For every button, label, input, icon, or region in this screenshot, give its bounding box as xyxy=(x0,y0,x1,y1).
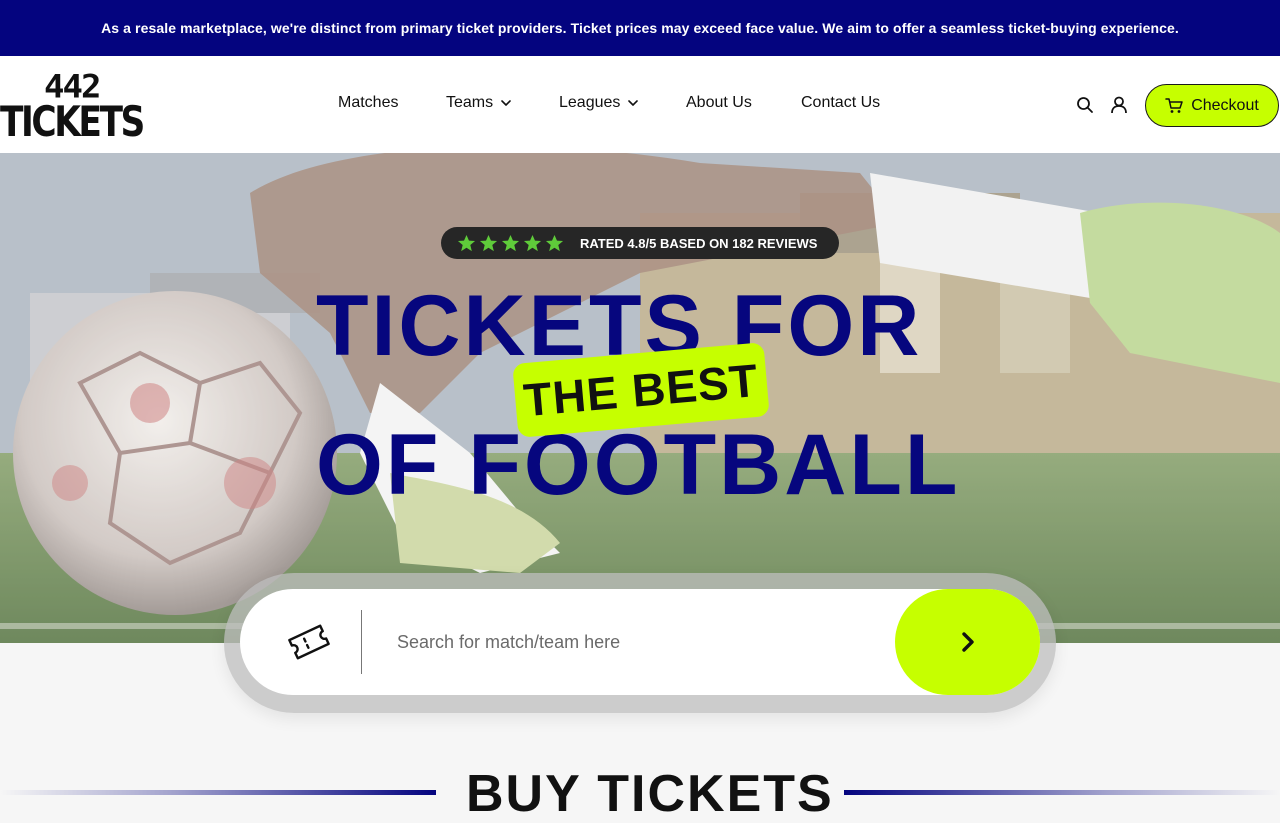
chevron-down-icon xyxy=(501,100,511,106)
rating-badge: RATED 4.8/5 BASED ON 182 REVIEWS xyxy=(441,227,839,259)
chevron-down-icon xyxy=(628,100,639,106)
search-button[interactable] xyxy=(1074,94,1096,116)
logo-word: TICKETS xyxy=(0,97,145,146)
star-icon xyxy=(545,234,564,251)
nav-item-label: Matches xyxy=(338,94,399,111)
account-button[interactable] xyxy=(1108,94,1130,116)
nav-item-teams[interactable]: Teams xyxy=(446,94,513,112)
star-icon xyxy=(479,234,498,251)
rating-stars xyxy=(457,234,564,253)
search-submit-button[interactable] xyxy=(895,589,1040,695)
star-icon xyxy=(457,234,476,251)
nav-item-leagues[interactable]: Leagues xyxy=(559,94,640,112)
nav-item-label: Leagues xyxy=(559,94,621,111)
nav-item-label: Teams xyxy=(446,94,494,111)
checkout-label: Checkout xyxy=(1191,96,1259,114)
highlight-text: THE BEST xyxy=(521,353,761,427)
star-icon xyxy=(523,234,542,251)
nav-item-matches[interactable]: Matches xyxy=(338,94,398,112)
section-title: BUY TICKETS xyxy=(466,765,834,823)
ticket-icon xyxy=(288,624,330,660)
chevron-right-icon xyxy=(961,632,974,652)
site-logo[interactable]: 442 TICKETS xyxy=(0,70,160,146)
nav-item-label: Contact Us xyxy=(801,94,881,111)
nav-item-label: About Us xyxy=(686,94,752,111)
star-icon xyxy=(501,234,520,251)
nav-item-contact-us[interactable]: Contact Us xyxy=(801,94,880,112)
nav-item-about-us[interactable]: About Us xyxy=(686,94,752,112)
cart-icon xyxy=(1165,97,1183,113)
hero-headline-line-2: OF FOOTBALL xyxy=(316,417,961,513)
checkout-button[interactable]: Checkout xyxy=(1145,84,1279,127)
site-header: 442 TICKETS Matches Teams Leagues About … xyxy=(0,56,1280,153)
rating-text: RATED 4.8/5 BASED ON 182 REVIEWS xyxy=(580,235,818,251)
user-icon xyxy=(1111,96,1127,114)
announcement-bar: As a resale marketplace, we're distinct … xyxy=(0,0,1280,56)
search-input[interactable] xyxy=(380,620,880,664)
section-divider-left xyxy=(0,790,436,795)
section-divider-right xyxy=(844,790,1280,795)
announcement-text: As a resale marketplace, we're distinct … xyxy=(101,20,1179,36)
search-divider xyxy=(361,610,362,674)
search-icon xyxy=(1077,97,1093,113)
